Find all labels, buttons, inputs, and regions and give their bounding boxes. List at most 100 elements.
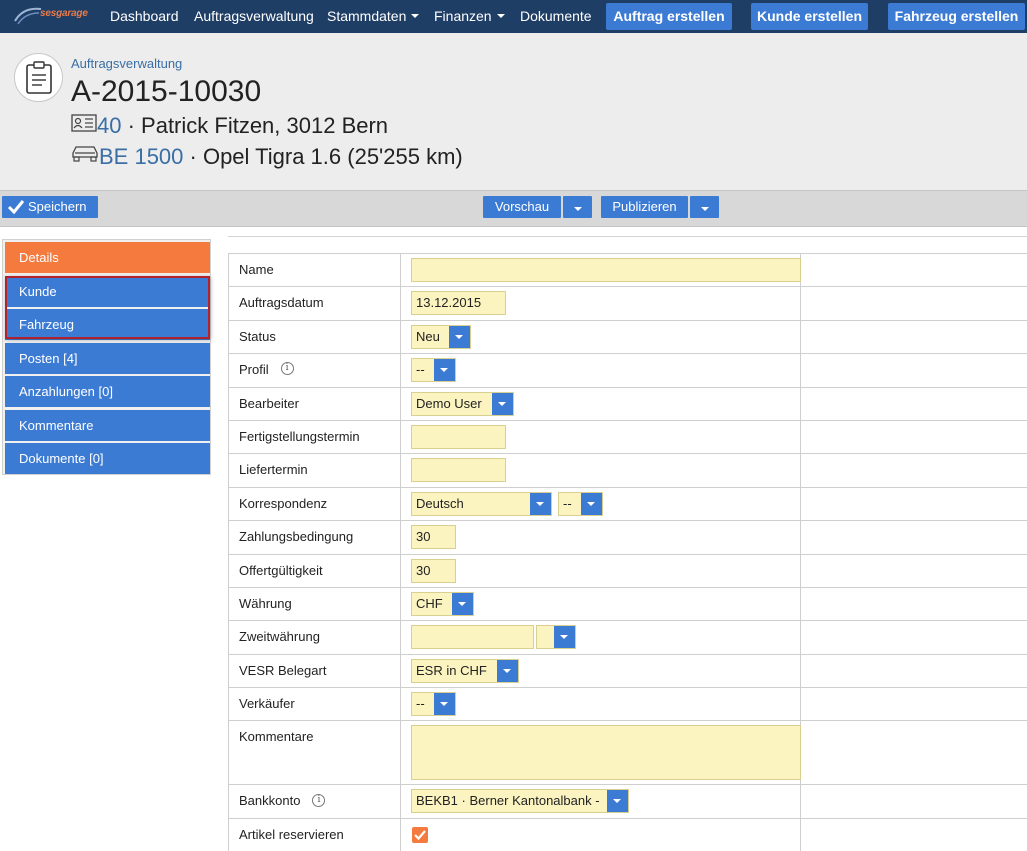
brand-logo[interactable]: sesgarage	[13, 3, 93, 29]
page-header: Auftragsverwaltung A-2015-10030 40 · Pat…	[0, 33, 1027, 190]
nav-stammdaten[interactable]: Stammdaten	[327, 8, 420, 24]
info-icon[interactable]: i	[312, 793, 326, 807]
checkmark-icon	[7, 200, 25, 215]
form-row-kommentare: Kommentare	[228, 720, 1027, 786]
info-icon[interactable]: i	[280, 362, 294, 376]
status-select[interactable]: Neu	[411, 324, 471, 349]
verkaeufer-label: Verkäufer	[228, 687, 401, 722]
sidebar-item-details[interactable]: Details	[5, 242, 210, 273]
bankkonto-label: Bankkonto	[239, 793, 301, 809]
chevron-down-icon	[497, 659, 518, 682]
artikel-reservieren-checkbox[interactable]	[412, 826, 428, 843]
divider	[228, 236, 1027, 237]
save-button-label: Speichern	[28, 199, 87, 214]
clipboard-icon	[14, 53, 63, 102]
name-input[interactable]	[411, 258, 801, 282]
sidebar-item-fahrzeug[interactable]: Fahrzeug	[5, 309, 210, 340]
car-icon	[71, 143, 99, 169]
profil-select[interactable]: --	[411, 358, 456, 383]
id-card-icon	[71, 112, 97, 138]
save-button[interactable]: Speichern	[2, 196, 98, 218]
publish-button[interactable]: Publizieren	[601, 196, 688, 218]
bankkonto-value: BEKB1 · Berner Kantonalbank -	[416, 793, 600, 809]
profil-value: --	[416, 362, 425, 378]
chevron-down-icon	[607, 790, 628, 813]
korrespondenz-select[interactable]: Deutsch	[411, 491, 552, 516]
verkaeufer-select[interactable]: --	[411, 692, 456, 717]
form-row-offertgueltigkeit: Offertgültigkeit 30	[228, 553, 1027, 588]
customer-text: · Patrick Fitzen, 3012 Bern	[121, 113, 389, 138]
sidebar-item-posten[interactable]: Posten [4]	[5, 343, 210, 374]
breadcrumb[interactable]: Auftragsverwaltung	[71, 56, 182, 71]
chevron-down-icon	[449, 325, 470, 348]
vehicle-plate-link[interactable]: BE 1500	[99, 144, 183, 169]
fahrzeug-erstellen-button[interactable]: Fahrzeug erstellen	[888, 3, 1025, 30]
liefertermin-label: Liefertermin	[228, 453, 401, 488]
publish-dropdown-button[interactable]	[690, 196, 719, 218]
zweitwaehrung-input[interactable]	[411, 625, 534, 650]
chevron-down-icon	[492, 392, 513, 415]
chevron-down-icon	[411, 14, 420, 19]
name-label: Name	[228, 252, 401, 288]
brand-name: sesgarage	[40, 8, 88, 19]
vesr-select[interactable]: ESR in CHF	[411, 658, 519, 683]
auftragsdatum-label: Auftragsdatum	[228, 286, 401, 321]
form-row-status: Status Neu	[228, 319, 1027, 355]
waehrung-value: CHF	[416, 595, 443, 611]
fertigstellung-label: Fertigstellungstermin	[228, 419, 401, 455]
zahlungsbedingung-input[interactable]: 30	[411, 525, 456, 550]
nav-finanzen[interactable]: Finanzen	[434, 8, 505, 24]
nav-dokumente[interactable]: Dokumente	[520, 8, 592, 24]
vesr-value: ESR in CHF	[416, 662, 487, 678]
nav-auftragsverwaltung[interactable]: Auftragsverwaltung	[194, 8, 314, 24]
vesr-label: VESR Belegart	[228, 653, 401, 689]
sidebar-item-kunde[interactable]: Kunde	[5, 276, 210, 307]
form-row-artikel: Artikel reservieren	[228, 817, 1027, 851]
form-row-fertigstellung: Fertigstellungstermin	[228, 419, 1027, 455]
form-row-bankkonto: Bankkonto i BEKB1 · Berner Kantonalbank -	[228, 784, 1027, 819]
chevron-down-icon	[530, 492, 551, 515]
profil-label: Profil	[239, 362, 269, 378]
waehrung-label: Währung	[228, 586, 401, 622]
zweitwaehrung-select[interactable]	[536, 625, 576, 650]
sidebar-nav: Details Kunde Fahrzeug Posten [4] Anzahl…	[2, 239, 211, 475]
vehicle-text: · Opel Tigra 1.6 (25'255 km)	[183, 144, 463, 169]
page-title: A-2015-10030	[71, 75, 262, 108]
sidebar-item-anzahlungen[interactable]: Anzahlungen [0]	[5, 376, 210, 407]
liefertermin-input[interactable]	[411, 458, 506, 483]
preview-dropdown-button[interactable]	[563, 196, 592, 218]
korrespondenz-label: Korrespondenz	[228, 486, 401, 522]
kommentare-textarea[interactable]	[411, 725, 801, 781]
bearbeiter-select[interactable]: Demo User	[411, 391, 514, 416]
preview-button[interactable]: Vorschau	[483, 196, 561, 218]
form-row-auftragsdatum: Auftragsdatum 13.12.2015	[228, 286, 1027, 321]
waehrung-select[interactable]: CHF	[411, 591, 474, 616]
fertigstellung-input[interactable]	[411, 424, 506, 449]
artikel-label: Artikel reservieren	[228, 817, 401, 851]
korrespondenz-sub-select[interactable]: --	[558, 491, 603, 516]
form-row-name: Name	[228, 252, 1027, 288]
brand-logo-icon	[14, 7, 42, 25]
chevron-down-icon	[452, 592, 473, 615]
form-row-verkaeufer: Verkäufer --	[228, 687, 1027, 722]
customer-line: 40 · Patrick Fitzen, 3012 Bern	[71, 113, 388, 140]
korrespondenz-sub-value: --	[563, 495, 572, 511]
customer-number-link[interactable]: 40	[97, 113, 121, 138]
sidebar-item-kommentare[interactable]: Kommentare	[5, 410, 210, 441]
chevron-down-icon	[581, 492, 602, 515]
nav-dashboard[interactable]: Dashboard	[110, 8, 179, 24]
form-row-bearbeiter: Bearbeiter Demo User	[228, 386, 1027, 421]
auftrag-erstellen-button[interactable]: Auftrag erstellen	[606, 3, 732, 30]
bearbeiter-label: Bearbeiter	[228, 386, 401, 421]
form-row-vesr: VESR Belegart ESR in CHF	[228, 653, 1027, 689]
chevron-down-icon	[700, 207, 709, 211]
action-toolbar: Speichern Vorschau Publizieren	[0, 190, 1027, 227]
offertgueltigkeit-input[interactable]: 30	[411, 558, 456, 583]
sidebar-item-dokumente[interactable]: Dokumente [0]	[5, 443, 210, 474]
kunde-erstellen-button[interactable]: Kunde erstellen	[751, 3, 868, 30]
zahlungsbedingung-label: Zahlungsbedingung	[228, 520, 401, 555]
auftragsdatum-input[interactable]: 13.12.2015	[411, 291, 506, 316]
bankkonto-select[interactable]: BEKB1 · Berner Kantonalbank -	[411, 789, 629, 814]
form-row-liefertermin: Liefertermin	[228, 453, 1027, 488]
form-row-waehrung: Währung CHF	[228, 586, 1027, 622]
